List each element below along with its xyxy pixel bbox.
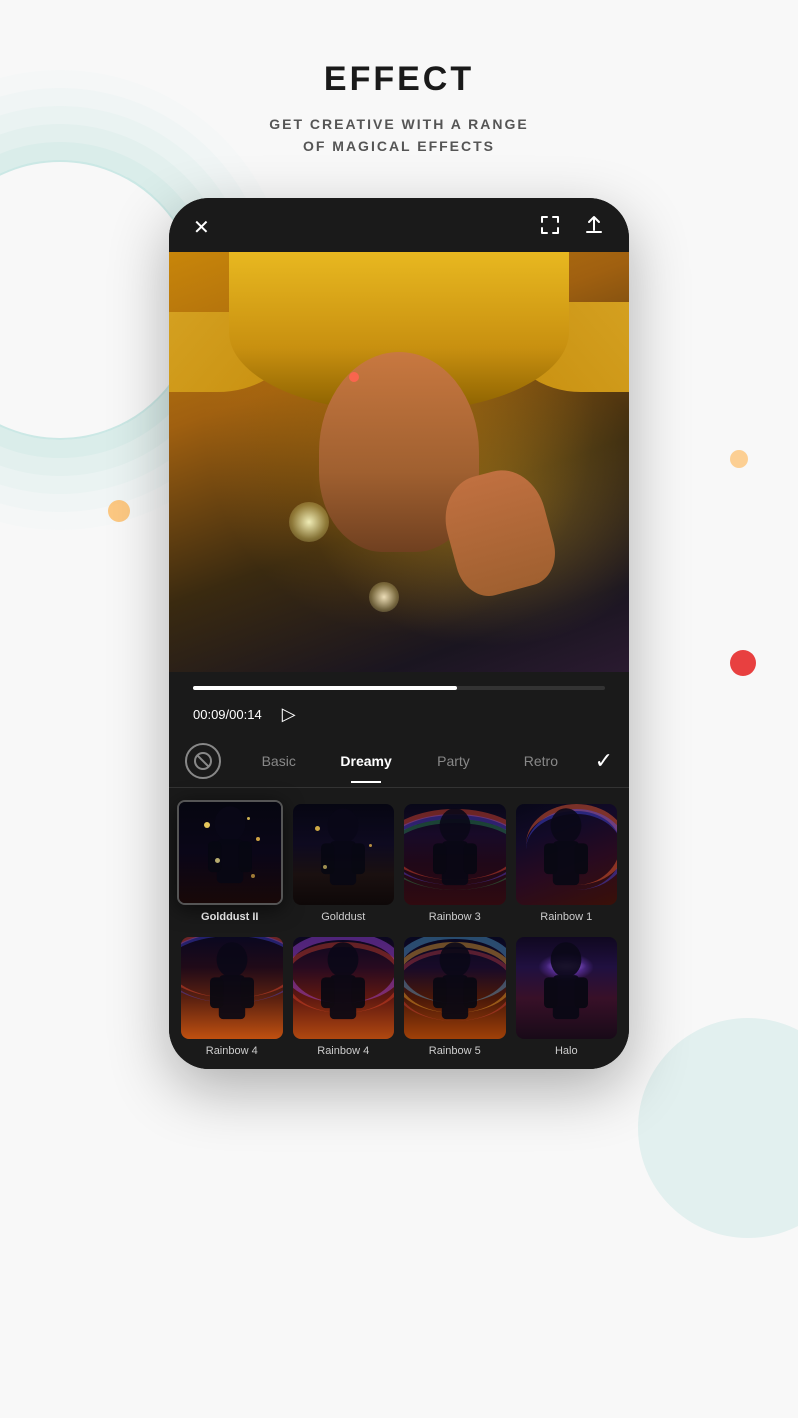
tab-party[interactable]: Party bbox=[410, 747, 497, 775]
page-subtitle: GET CREATIVE WITH A RANGE OF MAGICAL EFF… bbox=[20, 113, 778, 158]
topbar-right-icons bbox=[539, 214, 605, 242]
fullscreen-icon[interactable] bbox=[539, 214, 561, 242]
effect-golddust[interactable]: Golddust bbox=[293, 804, 395, 924]
effect-rainbow1[interactable]: Rainbow 1 bbox=[516, 804, 618, 924]
effect-label-golddust2: Golddust II bbox=[201, 911, 258, 923]
effects-tabs: Basic Dreamy Party Retro ✓ bbox=[169, 735, 629, 788]
tab-retro[interactable]: Retro bbox=[497, 747, 584, 775]
effect-rainbow4a[interactable]: Rainbow 4 bbox=[181, 937, 283, 1057]
play-button[interactable]: ▷ bbox=[282, 704, 296, 725]
tab-basic[interactable]: Basic bbox=[235, 747, 322, 775]
page-header: EFFECT GET CREATIVE WITH A RANGE OF MAGI… bbox=[0, 0, 798, 188]
phone-container: ✕ bbox=[0, 188, 798, 1089]
effect-halo[interactable]: Halo bbox=[516, 937, 618, 1057]
time-display: 00:09/00:14 bbox=[193, 707, 262, 722]
effect-label-halo: Halo bbox=[555, 1045, 578, 1057]
timeline-controls: 00:09/00:14 ▷ bbox=[193, 704, 605, 725]
timeline-bar[interactable] bbox=[193, 686, 605, 690]
effects-row-2: Rainbow 4 Rainbow 4 bbox=[181, 937, 617, 1057]
effect-label-rainbow3: Rainbow 3 bbox=[429, 911, 481, 923]
effect-label-rainbow4b: Rainbow 4 bbox=[317, 1045, 369, 1057]
tab-dreamy[interactable]: Dreamy bbox=[322, 747, 409, 775]
video-preview bbox=[169, 252, 629, 672]
close-button[interactable]: ✕ bbox=[193, 215, 210, 240]
timeline-area: 00:09/00:14 ▷ bbox=[169, 672, 629, 735]
effects-grid: Golddust II Gol bbox=[169, 788, 629, 1069]
effect-label-rainbow5: Rainbow 5 bbox=[429, 1045, 481, 1057]
effect-rainbow4b[interactable]: Rainbow 4 bbox=[293, 937, 395, 1057]
effect-label-rainbow1: Rainbow 1 bbox=[540, 911, 592, 923]
effect-label-rainbow4a: Rainbow 4 bbox=[206, 1045, 258, 1057]
confirm-button[interactable]: ✓ bbox=[595, 748, 613, 774]
no-effect-button[interactable] bbox=[185, 743, 221, 779]
effects-row-1: Golddust II Gol bbox=[181, 804, 617, 924]
effect-rainbow3[interactable]: Rainbow 3 bbox=[404, 804, 506, 924]
phone-topbar: ✕ bbox=[169, 198, 629, 252]
effect-label-golddust: Golddust bbox=[321, 911, 365, 923]
share-icon[interactable] bbox=[583, 214, 605, 242]
phone-mockup: ✕ bbox=[169, 198, 629, 1069]
effect-rainbow5[interactable]: Rainbow 5 bbox=[404, 937, 506, 1057]
page-title: EFFECT bbox=[20, 60, 778, 99]
effect-golddust2[interactable]: Golddust II bbox=[177, 800, 283, 924]
